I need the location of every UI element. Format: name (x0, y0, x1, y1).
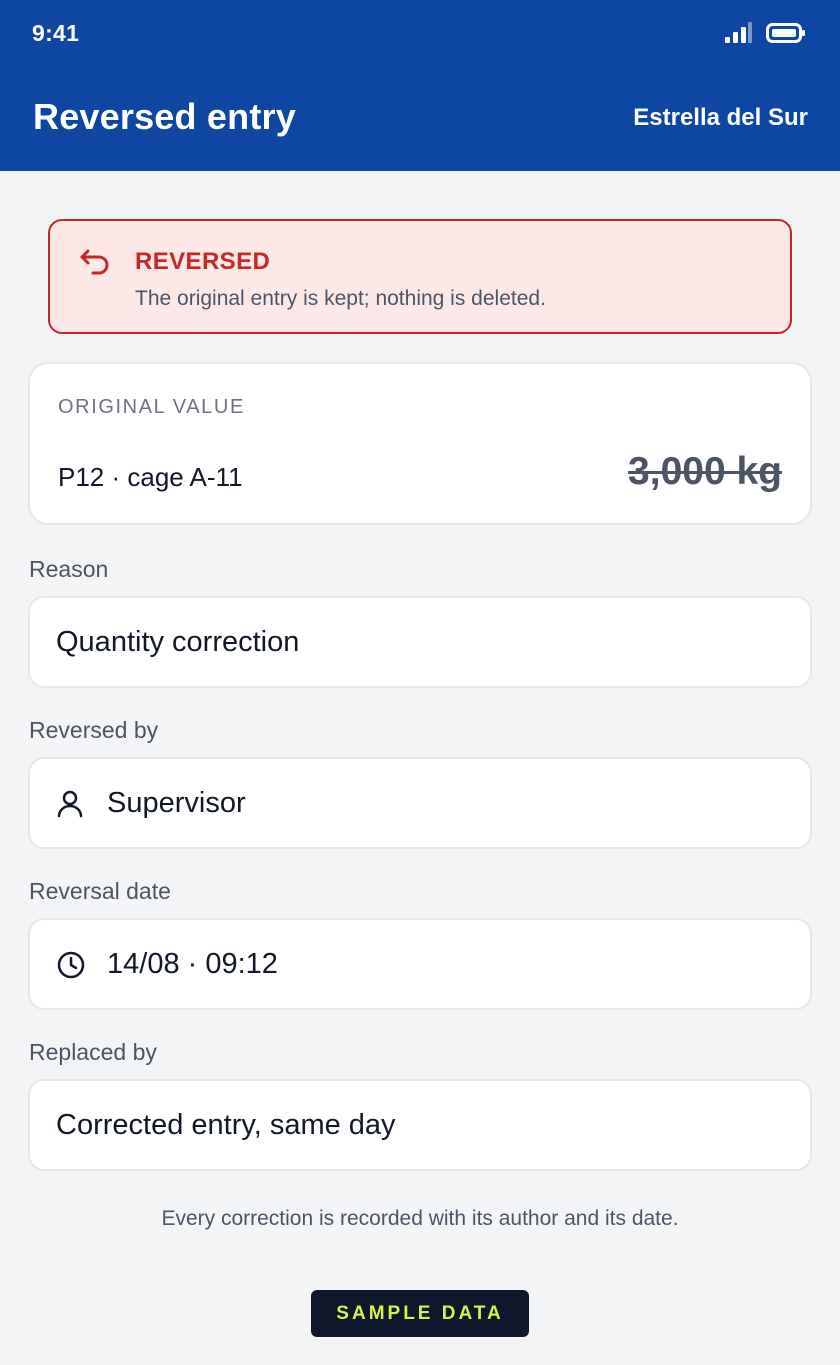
undo-icon (80, 249, 109, 275)
replaced-by-label: Replaced by (29, 1039, 157, 1065)
reason-label: Reason (29, 556, 109, 582)
reversal-date-field[interactable]: 14/08 · 09:12 (28, 918, 812, 1010)
user-icon (57, 790, 83, 818)
reversal-date-value: 14/08 · 09:12 (107, 948, 278, 980)
organization-name: Estrella del Sur (633, 104, 808, 131)
original-value-label: ORIGINAL VALUE (58, 396, 245, 418)
reversed-by-label: Reversed by (29, 717, 159, 743)
status-time: 9:41 (32, 20, 80, 46)
replaced-by-field[interactable]: Corrected entry, same day (28, 1079, 812, 1171)
battery-icon (766, 23, 805, 43)
banner-title: REVERSED (135, 248, 271, 275)
app-bar: 9:41 Reversed entry Estrella del Sur (0, 0, 840, 171)
original-item: P12 · cage A-11 (58, 462, 243, 492)
reason-field[interactable]: Quantity correction (28, 596, 812, 688)
reversal-date-label: Reversal date (29, 878, 171, 904)
sample-data-badge: SAMPLE DATA (311, 1290, 529, 1337)
audit-footnote: Every correction is recorded with its au… (161, 1207, 679, 1230)
original-value-card: ORIGINAL VALUE P12 · cage A-11 3,000 kg (28, 362, 812, 525)
signal-icon (725, 22, 752, 43)
replaced-by-value: Corrected entry, same day (56, 1109, 396, 1141)
banner-text: The original entry is kept; nothing is d… (135, 287, 546, 310)
reversed-banner: REVERSED The original entry is kept; not… (48, 219, 792, 334)
status-icons (724, 22, 806, 44)
original-quantity: 3,000 kg (628, 450, 782, 493)
reversed-by-field[interactable]: Supervisor (28, 757, 812, 849)
clock-icon (57, 951, 85, 979)
reversed-by-value: Supervisor (107, 787, 246, 819)
page-title: Reversed entry (33, 96, 296, 137)
reason-value: Quantity correction (56, 626, 300, 658)
